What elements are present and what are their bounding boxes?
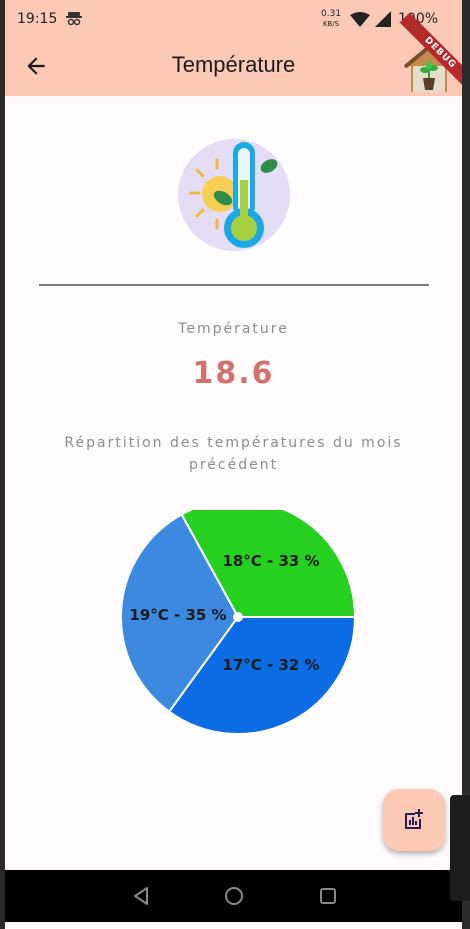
add-chart-icon: [405, 809, 423, 829]
speed-unit: KB/S: [322, 20, 340, 28]
pie-center: [233, 612, 243, 622]
thermometer-sun-icon: [178, 139, 290, 251]
nav-recents-icon[interactable]: [318, 886, 338, 906]
emulator-side-toolbar: [450, 795, 470, 901]
status-bar: 19:15 0.31 KB/S 100%: [5, 0, 462, 38]
chart-caption: Répartition des températures du mois pré…: [64, 435, 403, 473]
pie-slice-label: 19°C - 35 %: [129, 606, 226, 624]
navigation-bar: [5, 870, 462, 922]
divider: [39, 284, 429, 286]
temperature-pie-chart: 18°C - 33 % 17°C - 32 % 19°C - 35 %: [120, 510, 356, 735]
nav-back-icon[interactable]: [131, 886, 151, 906]
signal-icon: [375, 11, 391, 27]
temperature-value: 18.6: [192, 356, 275, 391]
speed-value: 0.31: [321, 9, 342, 19]
pie-slice-label: 18°C - 33 %: [222, 552, 319, 570]
app-bar: Température DEBUG: [5, 12, 462, 96]
add-chart-button[interactable]: [383, 789, 445, 851]
page-title: Température: [171, 52, 296, 77]
reading-label: Température: [178, 321, 289, 337]
status-time: 19:15: [17, 11, 58, 27]
wifi-icon: [350, 12, 370, 27]
network-speed: 0.31 KB/S: [321, 9, 341, 29]
nav-home-icon[interactable]: [224, 886, 244, 906]
phone-screen: 19:15 0.31 KB/S 100% Température DEBUG T…: [5, 0, 462, 929]
incognito-icon: [66, 12, 82, 26]
pie-slice-label: 17°C - 32 %: [222, 656, 319, 674]
